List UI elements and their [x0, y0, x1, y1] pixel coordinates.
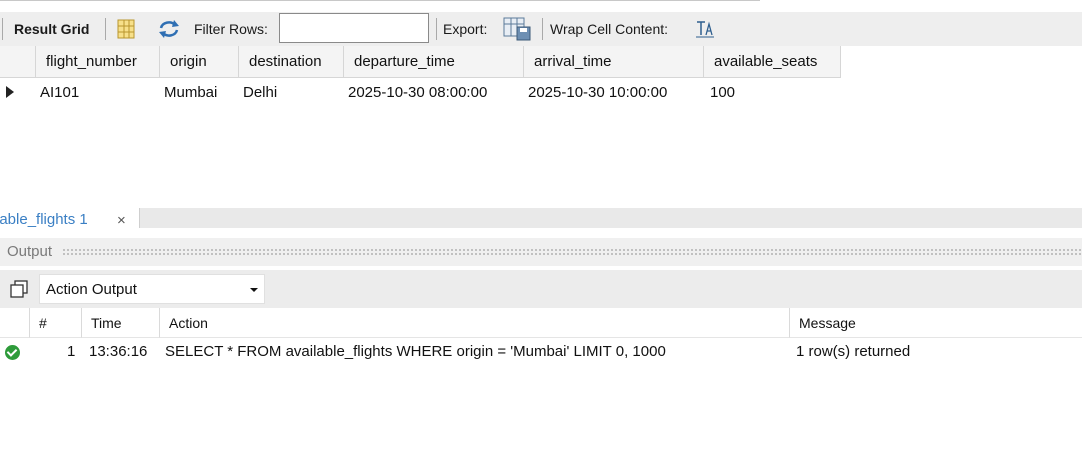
success-check-icon [5, 345, 20, 360]
current-row-marker-icon [6, 86, 14, 98]
table-cell[interactable]: 2025-10-30 08:00:00 [344, 78, 487, 106]
copy-icon[interactable] [9, 280, 29, 298]
table-cell[interactable]: AI101 [36, 78, 79, 106]
tab-result[interactable]: lable_flights 1 × [0, 208, 140, 229]
panel-grip[interactable] [62, 248, 1082, 256]
column-header[interactable]: origin [160, 46, 239, 78]
close-icon[interactable]: × [117, 212, 126, 229]
table-cell[interactable]: 2025-10-30 10:00:00 [524, 78, 667, 106]
row-header-corner [0, 46, 36, 78]
column-header[interactable]: destination [239, 46, 344, 78]
top-divider [0, 0, 760, 1]
toolbar-separator [2, 18, 3, 40]
result-tab-strip: lable_flights 1 × [0, 208, 1082, 229]
output-title: Output [7, 243, 53, 260]
output-index[interactable]: 1 [67, 338, 75, 364]
output-time[interactable]: 13:36:16 [89, 338, 147, 364]
result-grid-button[interactable]: Result Grid [14, 12, 89, 46]
status-column-header [0, 308, 30, 338]
column-header[interactable]: arrival_time [524, 46, 704, 78]
wrap-cell-icon[interactable] [695, 12, 715, 46]
column-header[interactable]: # [30, 308, 82, 338]
export-icon[interactable] [503, 12, 531, 46]
column-header[interactable]: available_seats [704, 46, 841, 78]
result-toolbar: Result Grid Filter Rows: Export: Wrap Ce… [0, 12, 1082, 46]
wrap-cell-label: Wrap Cell Content: [550, 21, 669, 37]
tab-label: lable_flights 1 [0, 211, 88, 228]
column-header[interactable]: departure_time [344, 46, 524, 78]
output-toolbar: Action Output [0, 270, 1082, 308]
output-type-select[interactable]: Action Output [39, 274, 265, 304]
table-cell[interactable]: Delhi [239, 78, 277, 106]
refresh-icon[interactable] [157, 12, 181, 46]
toolbar-separator [436, 18, 437, 40]
toolbar-separator [105, 18, 106, 40]
output-action[interactable]: SELECT * FROM available_flights WHERE or… [165, 338, 666, 364]
column-header[interactable]: Action [160, 308, 790, 338]
result-grid-label: Result Grid [14, 21, 90, 37]
filter-rows-label: Filter Rows: [194, 21, 268, 37]
table-cell[interactable]: Mumbai [160, 78, 217, 106]
output-panel-header: Output [0, 238, 1082, 266]
column-header[interactable]: flight_number [36, 46, 160, 78]
table-cell[interactable]: 100 [706, 78, 735, 106]
output-message[interactable]: 1 row(s) returned [796, 338, 910, 364]
filter-rows-input[interactable] [279, 13, 429, 43]
toolbar-separator [542, 18, 543, 40]
form-editor-icon[interactable] [116, 12, 136, 46]
export-label: Export: [443, 21, 488, 37]
column-header[interactable]: Message [790, 308, 1082, 338]
column-header[interactable]: Time [82, 308, 160, 338]
chevron-down-icon [250, 288, 258, 292]
